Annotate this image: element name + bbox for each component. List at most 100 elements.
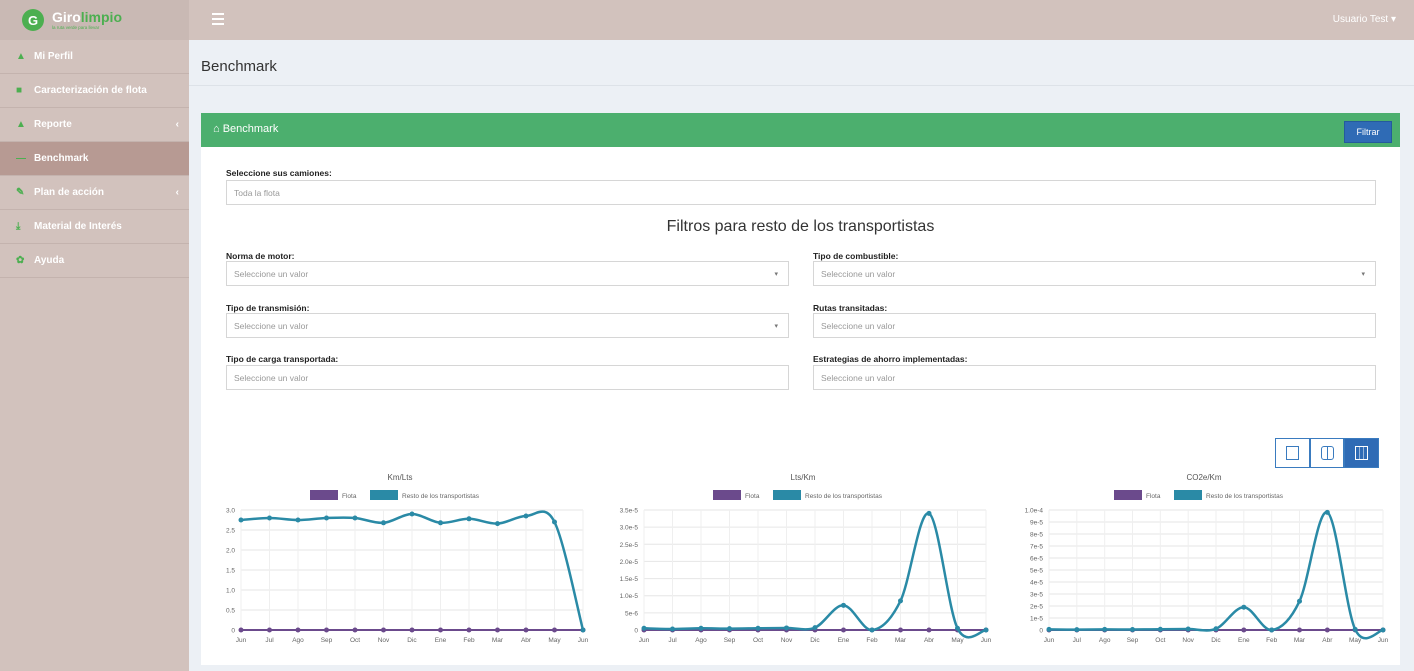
legend-label: Flota (745, 493, 760, 500)
page-title: Benchmark (201, 58, 277, 75)
y-tick-label: 3.0e-5 (620, 525, 639, 532)
y-tick-label: 1e-5 (1030, 616, 1043, 623)
y-tick-label: 0 (634, 628, 638, 635)
layout-one-column-button[interactable] (1275, 438, 1310, 468)
combustible-label: Tipo de combustible: (813, 251, 899, 261)
user-icon: ▲ (16, 50, 26, 62)
data-point (409, 627, 415, 633)
x-tick-label: Jun (236, 637, 247, 644)
data-point (267, 515, 272, 521)
data-point (438, 627, 443, 633)
layout-three-column-button[interactable] (1344, 438, 1380, 468)
legend-swatch (1114, 490, 1142, 500)
legend-label: Resto de los transportistas (1206, 493, 1284, 500)
x-tick-label: Jun (1378, 637, 1389, 644)
data-point (755, 625, 761, 631)
data-point (580, 627, 586, 633)
rutas-input[interactable]: Seleccione un valor (813, 313, 1376, 338)
data-point (641, 625, 647, 631)
y-tick-label: 2.5e-5 (620, 542, 639, 549)
chart-title: Lts/Km (791, 473, 816, 482)
y-tick-label: 8e-5 (1030, 532, 1043, 539)
estrategias-input[interactable]: Seleccione un valor (813, 365, 1376, 390)
data-point (523, 513, 529, 519)
data-point (1241, 604, 1247, 610)
sidebar-item-label: Reporte (34, 119, 72, 130)
transmision-label: Tipo de transmisión: (226, 303, 310, 313)
data-point (1102, 626, 1108, 632)
sidebar-item-ayuda[interactable]: ✿ Ayuda (0, 244, 189, 278)
chevron-left-icon: ‹ (175, 187, 179, 198)
y-tick-label: 0 (1039, 628, 1043, 635)
legend-label: Resto de los transportistas (402, 493, 480, 500)
y-tick-label: 1.5 (226, 568, 235, 575)
x-tick-label: Feb (866, 637, 878, 644)
x-tick-label: Sep (724, 637, 736, 644)
panel-title: ⌂ Benchmark (213, 123, 279, 135)
sidebar-item-reporte[interactable]: ▲ Reporte ‹ (0, 108, 189, 142)
y-tick-label: 3e-5 (1030, 592, 1043, 599)
sidebar-item-mi-perfil[interactable]: ▲ Mi Perfil (0, 40, 189, 74)
y-tick-label: 4e-5 (1030, 580, 1043, 587)
data-point (727, 626, 732, 632)
legend-swatch (310, 490, 338, 500)
filter-button[interactable]: Filtrar (1344, 121, 1392, 143)
data-point (352, 515, 358, 521)
x-tick-label: Mar (1294, 637, 1306, 644)
chart-co2e-km: CO2e/Km Flota Resto de los transportistas 0… (1025, 473, 1389, 644)
x-tick-label: Jun (578, 637, 589, 644)
benchmark-panel: ⌂ Benchmark Filtrar Seleccione sus camio… (201, 113, 1400, 665)
x-tick-label: Oct (1155, 637, 1165, 644)
sidebar-item-material[interactable]: ⤓ Material de Interés (0, 210, 189, 244)
sidebar-item-label: Benchmark (34, 153, 89, 164)
filters-heading: Filtros para resto de los transportistas (666, 218, 935, 235)
carga-input[interactable]: Seleccione un valor (226, 365, 789, 390)
y-tick-label: 0 (231, 628, 235, 635)
x-tick-label: Oct (350, 637, 360, 644)
data-point (381, 520, 386, 526)
logo[interactable]: G Girolimpio la ruta verde para llevar (0, 0, 189, 40)
data-point (1297, 627, 1302, 633)
data-point (926, 627, 932, 633)
data-point (495, 627, 500, 633)
data-point (1074, 627, 1080, 633)
data-point (1213, 626, 1219, 632)
data-point (324, 515, 329, 521)
y-tick-label: 1.5e-5 (620, 576, 639, 583)
data-point (898, 627, 903, 633)
user-menu[interactable]: Usuario Test ▾ (1333, 14, 1396, 25)
truck-icon: ■ (16, 84, 23, 96)
layout-two-column-button[interactable] (1309, 438, 1345, 468)
legend-swatch (713, 490, 741, 500)
y-tick-label: 7e-5 (1030, 544, 1043, 551)
x-tick-label: Nov (378, 637, 390, 644)
menu-toggle-icon[interactable] (212, 12, 224, 26)
two-column-icon (1320, 446, 1334, 460)
x-tick-label: Jul (265, 637, 274, 644)
logo-tagline: la ruta verde para llevar (52, 24, 100, 30)
data-point (381, 627, 386, 633)
y-tick-label: 1.0 (226, 588, 235, 595)
sidebar-item-benchmark[interactable]: — Benchmark (0, 142, 189, 176)
data-point (523, 627, 529, 633)
x-tick-label: Dic (407, 637, 417, 644)
sidebar-item-plan-de-accion[interactable]: ✎ Plan de acción ‹ (0, 176, 189, 210)
plan-icon: ✎ (16, 186, 25, 198)
x-tick-label: Abr (521, 637, 532, 644)
sidebar-item-caracterizacion[interactable]: ■ Caracterización de flota (0, 74, 189, 108)
x-tick-label: Mar (895, 637, 907, 644)
camiones-select[interactable]: Toda la flota (226, 180, 1376, 205)
transmision-select[interactable]: Seleccione un valor ▾ (226, 313, 789, 338)
data-point (267, 627, 272, 633)
x-tick-label: Nov (1182, 637, 1194, 644)
norma-label: Norma de motor: (226, 251, 295, 261)
data-point (238, 627, 244, 633)
norma-select[interactable]: Seleccione un valor ▾ (226, 261, 789, 286)
legend-label: Flota (1146, 493, 1161, 500)
data-point (324, 627, 329, 633)
y-tick-label: 6e-5 (1030, 556, 1043, 563)
data-point (466, 627, 472, 633)
y-tick-label: 2e-5 (1030, 604, 1043, 611)
combustible-select[interactable]: Seleccione un valor ▾ (813, 261, 1376, 286)
chart-icon: — (16, 152, 26, 164)
